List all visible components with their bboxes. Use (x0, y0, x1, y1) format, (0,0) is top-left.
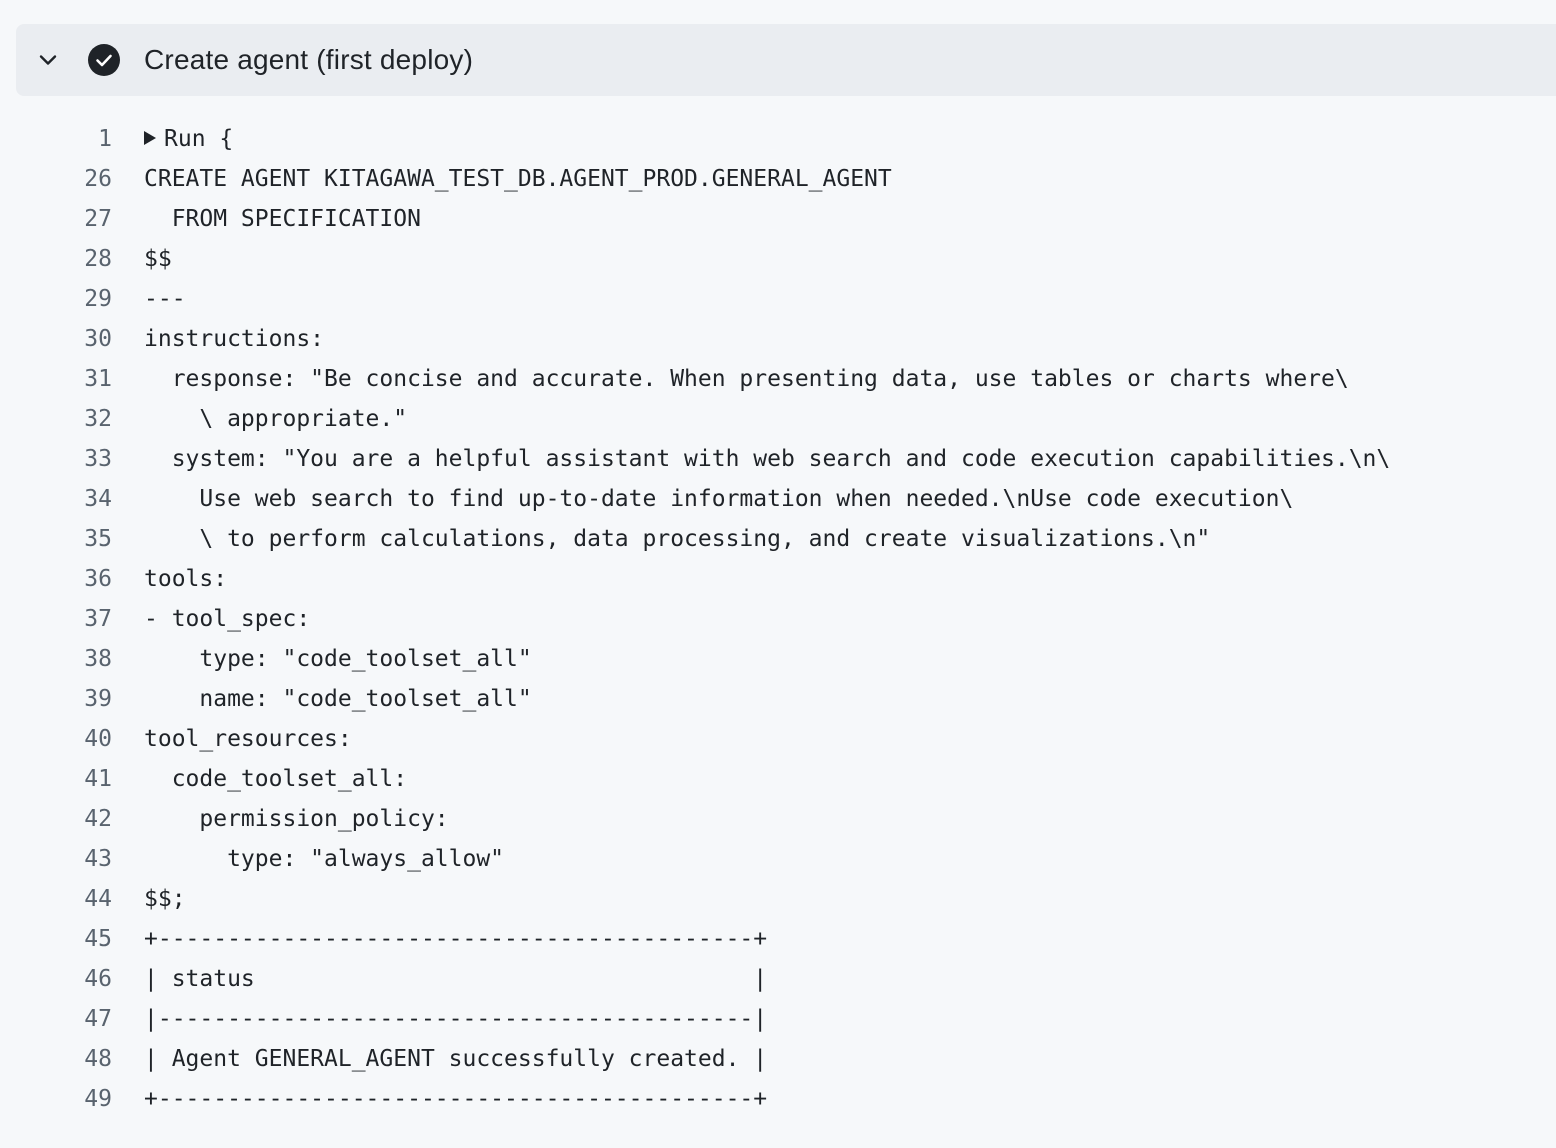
log-line: 35 \ to perform calculations, data proce… (0, 519, 1556, 559)
log-line: 32 \ appropriate." (0, 399, 1556, 439)
log-line-text: code_toolset_all: (144, 766, 408, 792)
log-line: 49 +-------------------------------------… (0, 1079, 1556, 1119)
log-line: 33 system: "You are a helpful assistant … (0, 439, 1556, 479)
log-line: 38 type: "code_toolset_all" (0, 639, 1556, 679)
log-line-text: system: "You are a helpful assistant wit… (144, 446, 1391, 472)
log-line: 40 tool_resources: (0, 719, 1556, 759)
log-line: 34 Use web search to find up-to-date inf… (0, 479, 1556, 519)
line-number[interactable]: 32 (0, 399, 112, 439)
line-number[interactable]: 39 (0, 679, 112, 719)
log-line-text: CREATE AGENT KITAGAWA_TEST_DB.AGENT_PROD… (144, 166, 892, 192)
line-number[interactable]: 33 (0, 439, 112, 479)
log-line: 28 $$ (0, 239, 1556, 279)
line-number[interactable]: 38 (0, 639, 112, 679)
log-line-text: \ to perform calculations, data processi… (144, 526, 1211, 552)
log-line: 48 | Agent GENERAL_AGENT successfully cre… (0, 1039, 1556, 1079)
line-number[interactable]: 49 (0, 1079, 112, 1119)
run-group-line[interactable]: 1 Run { (0, 119, 1556, 159)
line-number[interactable]: 28 (0, 239, 112, 279)
log-line-text: name: "code_toolset_all" (144, 686, 532, 712)
log-line-text: type: "code_toolset_all" (144, 646, 532, 672)
check-circle-icon (88, 44, 120, 76)
line-number[interactable]: 34 (0, 479, 112, 519)
line-number[interactable]: 31 (0, 359, 112, 399)
log-line-text: | status | (144, 966, 768, 992)
log-line-text: \ appropriate." (144, 406, 408, 432)
log-line-text: FROM SPECIFICATION (144, 206, 421, 232)
line-number[interactable]: 1 (0, 119, 112, 159)
log-line: 46 | status | (0, 959, 1556, 999)
log-line-text: type: "always_allow" (144, 846, 505, 872)
log-line-text: | Agent GENERAL_AGENT successfully creat… (144, 1046, 768, 1072)
chevron-down-icon[interactable] (34, 46, 62, 74)
log-line-text: - tool_spec: (144, 606, 311, 632)
run-group-label: Run { (164, 126, 234, 152)
line-number[interactable]: 36 (0, 559, 112, 599)
log-line-text: permission_policy: (144, 806, 449, 832)
line-number[interactable]: 30 (0, 319, 112, 359)
log-line-text: +---------------------------------------… (144, 926, 768, 952)
line-number[interactable]: 37 (0, 599, 112, 639)
caret-right-icon[interactable] (144, 130, 156, 145)
line-number[interactable]: 44 (0, 879, 112, 919)
line-number[interactable]: 26 (0, 159, 112, 199)
log-line: 42 permission_policy: (0, 799, 1556, 839)
log-line-text: --- (144, 286, 186, 312)
log-line: 41 code_toolset_all: (0, 759, 1556, 799)
step-title: Create agent (first deploy) (144, 44, 474, 75)
line-number[interactable]: 45 (0, 919, 112, 959)
log-output: 1 Run { 26 CREATE AGENT KITAGAWA_TEST_DB.… (0, 119, 1556, 1119)
log-line: 43 type: "always_allow" (0, 839, 1556, 879)
line-number[interactable]: 40 (0, 719, 112, 759)
log-line: 37 - tool_spec: (0, 599, 1556, 639)
line-number[interactable]: 41 (0, 759, 112, 799)
log-line-text: $$ (144, 246, 172, 272)
log-line: 27 FROM SPECIFICATION (0, 199, 1556, 239)
step-header[interactable]: Create agent (first deploy) (16, 24, 1556, 96)
log-line: 29 --- (0, 279, 1556, 319)
log-line: 36 tools: (0, 559, 1556, 599)
log-line-text: +---------------------------------------… (144, 1086, 768, 1112)
log-line-text: tools: (144, 566, 228, 592)
log-line: 47 |-------------------------------------… (0, 999, 1556, 1039)
log-line: 31 response: "Be concise and accurate. W… (0, 359, 1556, 399)
line-number[interactable]: 48 (0, 1039, 112, 1079)
line-number[interactable]: 42 (0, 799, 112, 839)
log-line-text: |---------------------------------------… (144, 1006, 768, 1032)
line-number[interactable]: 29 (0, 279, 112, 319)
log-line: 45 +-------------------------------------… (0, 919, 1556, 959)
log-line-text: $$; (144, 886, 186, 912)
log-line: 26 CREATE AGENT KITAGAWA_TEST_DB.AGENT_PR… (0, 159, 1556, 199)
log-line-text: instructions: (144, 326, 325, 352)
log-line: 30 instructions: (0, 319, 1556, 359)
line-number[interactable]: 43 (0, 839, 112, 879)
line-number[interactable]: 35 (0, 519, 112, 559)
log-line: 39 name: "code_toolset_all" (0, 679, 1556, 719)
log-line-text: Use web search to find up-to-date inform… (144, 486, 1294, 512)
line-number[interactable]: 46 (0, 959, 112, 999)
log-line-text: response: "Be concise and accurate. When… (144, 366, 1349, 392)
log-line: 44 $$; (0, 879, 1556, 919)
log-line-text: tool_resources: (144, 726, 352, 752)
line-number[interactable]: 47 (0, 999, 112, 1039)
line-number[interactable]: 27 (0, 199, 112, 239)
